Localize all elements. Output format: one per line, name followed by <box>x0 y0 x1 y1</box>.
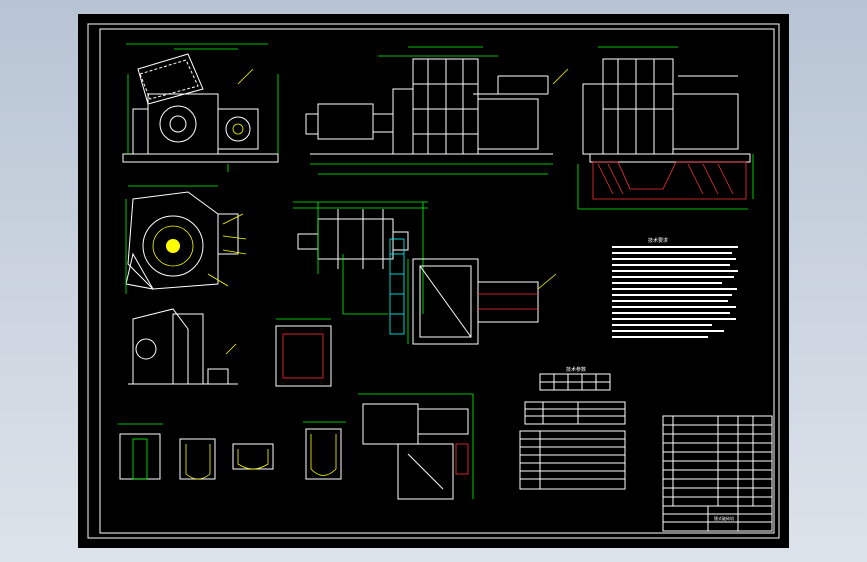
crusher-side-view <box>122 43 279 172</box>
title-block: 锤式破碎机 <box>662 505 773 532</box>
drawing-canvas: 技术要求 技术参数 锤式破碎机 <box>87 23 780 539</box>
parts-list <box>662 415 773 507</box>
cad-viewport[interactable]: 技术要求 技术参数 锤式破碎机 <box>0 0 867 562</box>
drawing-sheet: 技术要求 技术参数 锤式破碎机 <box>78 14 789 548</box>
foundation-elevation <box>577 46 754 210</box>
table-title: 技术参数 <box>566 366 586 373</box>
parameter-table-small: 技术参数 <box>539 366 611 391</box>
frame-detail <box>358 393 474 500</box>
technical-notes: 技术要求 <box>612 237 738 338</box>
hopper-plan <box>407 258 557 345</box>
square-frame-detail <box>275 318 332 387</box>
notes-title: 技术要求 <box>648 237 668 244</box>
parameter-table-large <box>519 401 626 490</box>
assembly-elevation <box>305 46 569 175</box>
title-block-label: 锤式破碎机 <box>714 515 734 521</box>
side-section <box>128 308 238 385</box>
rotor-section <box>125 185 247 294</box>
detail-parts <box>118 421 346 480</box>
